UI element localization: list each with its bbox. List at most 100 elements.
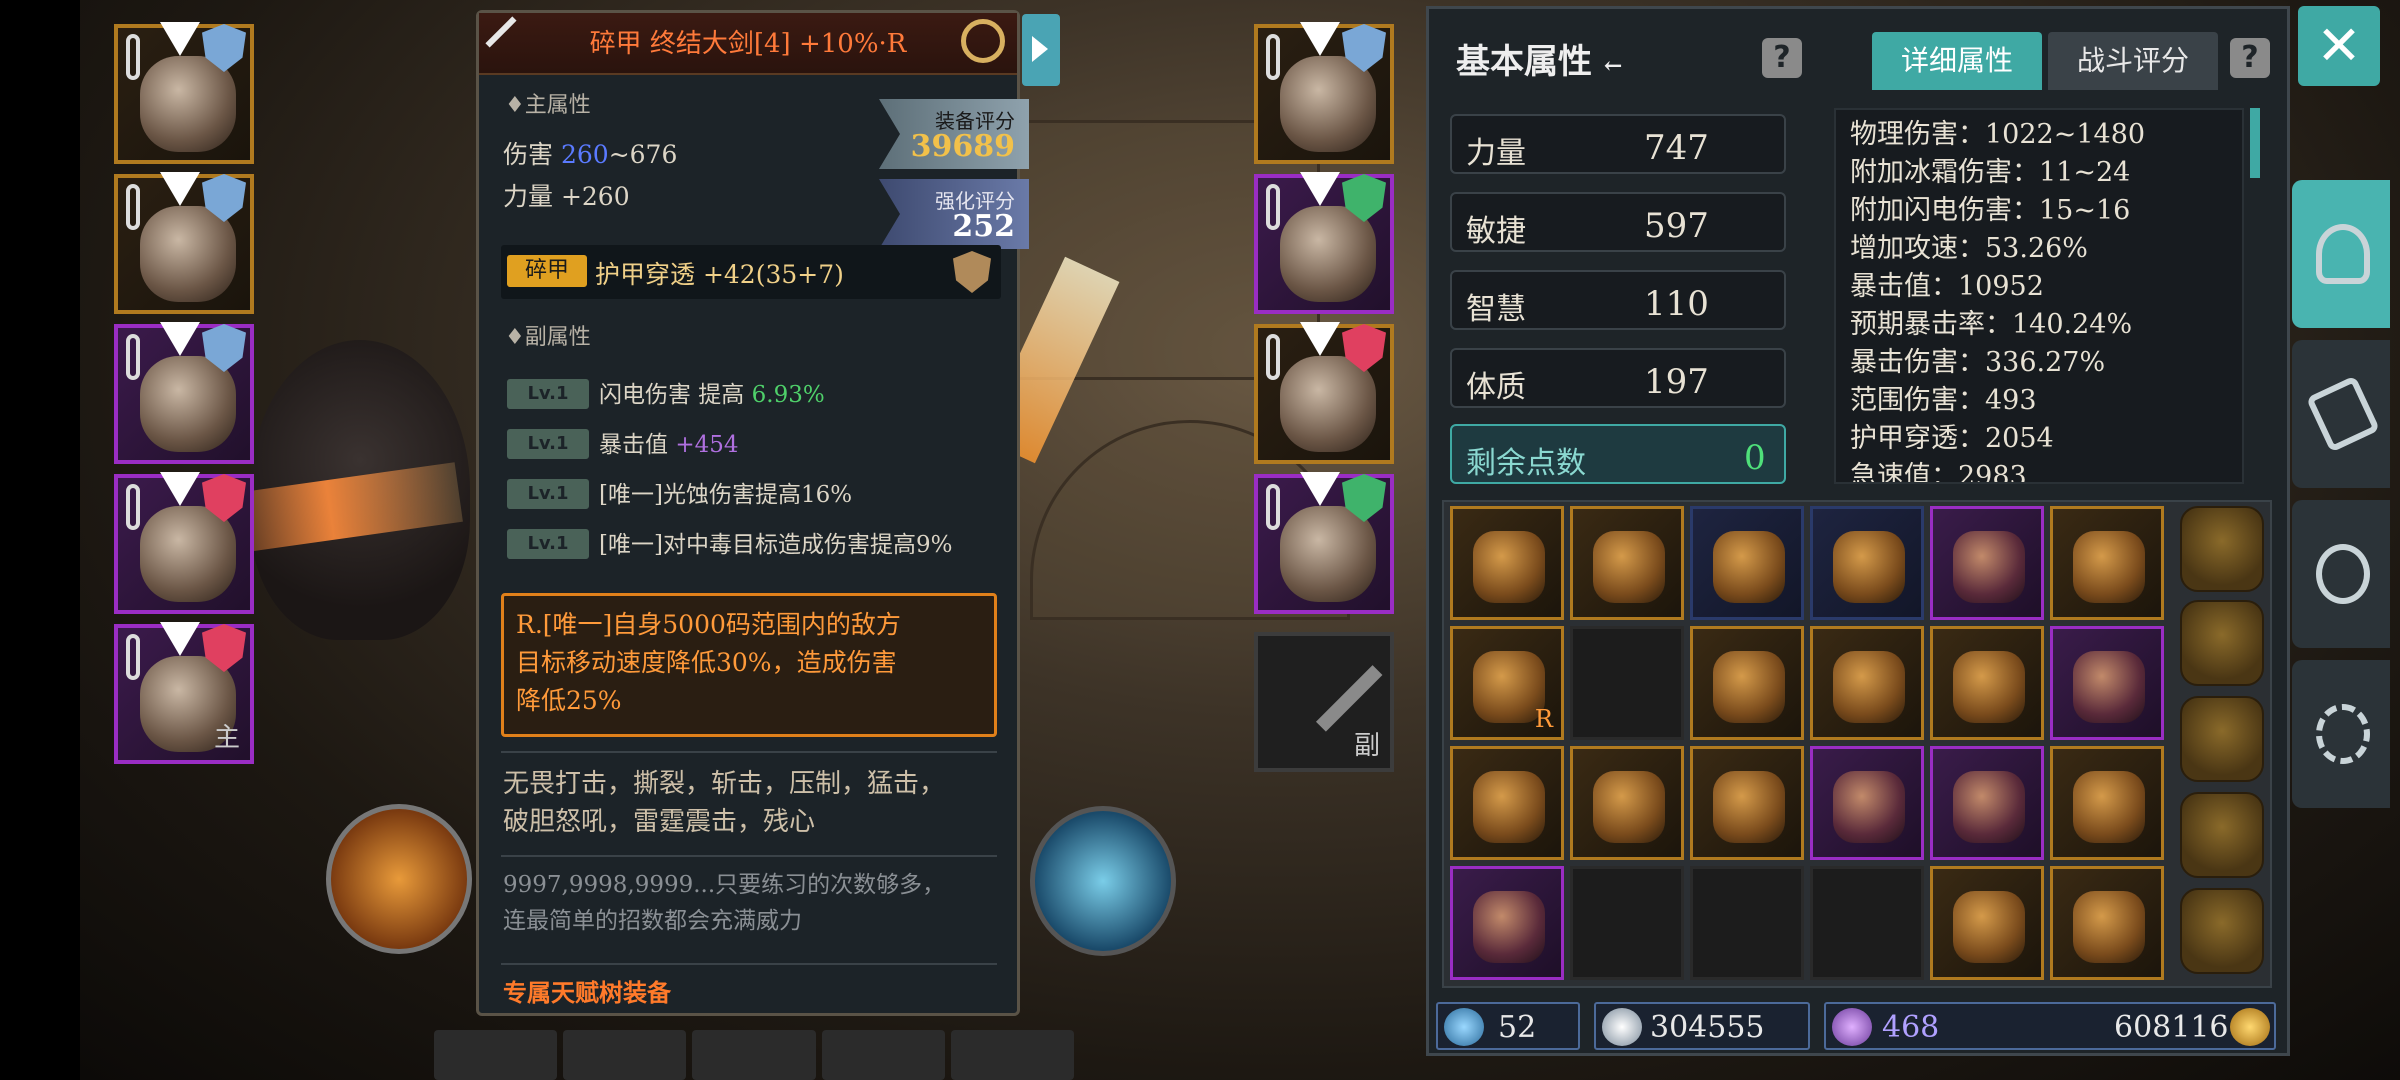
- left-slot-main-weapon[interactable]: 主: [114, 622, 254, 764]
- inventory-slot[interactable]: [1690, 506, 1804, 620]
- left-slot-ring[interactable]: [114, 472, 254, 614]
- slash-skill-button[interactable]: [1030, 806, 1176, 956]
- sub-attr-value: 6.93%: [751, 382, 825, 408]
- stat-value: 197: [1644, 362, 1709, 402]
- inventory-slot[interactable]: [1450, 746, 1564, 860]
- inventory-slot[interactable]: [1570, 506, 1684, 620]
- gem-icon: [1832, 1008, 1872, 1046]
- gloves-icon: [2305, 375, 2381, 453]
- right-slot-ring2[interactable]: [1254, 472, 1394, 614]
- inventory-slot[interactable]: [2050, 866, 2164, 980]
- inventory-slot[interactable]: [1810, 626, 1924, 740]
- affix-tag: 碎甲: [507, 255, 587, 287]
- close-button[interactable]: ✕: [2298, 6, 2380, 86]
- sub-attr-value: +454: [675, 432, 739, 458]
- detail-attr-line: 预期暴击率：140.24%: [1850, 309, 2133, 340]
- stat-row-wisdom: 智慧 110: [1450, 270, 1786, 330]
- lock-chain-icon: [1266, 484, 1280, 530]
- grade-badge: [160, 172, 200, 206]
- bag-icon[interactable]: [2180, 888, 2264, 974]
- magnify-icon[interactable]: [961, 19, 1005, 63]
- inventory-slot[interactable]: [1690, 746, 1804, 860]
- inventory-slot[interactable]: [1930, 626, 2044, 740]
- item-icon: [1713, 651, 1785, 723]
- sub-attr-text: [唯一]对中毒目标造成伤害提高9%: [599, 525, 952, 559]
- item-icon: [2073, 891, 2145, 963]
- inventory-slot[interactable]: [2050, 506, 2164, 620]
- bag-icon[interactable]: [2180, 696, 2264, 782]
- sub-attr-text: 暴击值 +454: [599, 425, 738, 459]
- left-slot-chest[interactable]: [114, 172, 254, 314]
- grade-badge: [1300, 472, 1340, 506]
- bag-icon[interactable]: [2180, 792, 2264, 878]
- inventory-slot[interactable]: [1810, 506, 1924, 620]
- detail-scrollbar[interactable]: [2250, 108, 2260, 178]
- item-icon: [1953, 531, 2025, 603]
- inventory-slot-empty[interactable]: [1570, 626, 1684, 740]
- detail-attr-line: 范围伤害：493: [1850, 385, 2037, 416]
- key-currency: 52: [1436, 1002, 1580, 1050]
- item-title: 碎甲 终结大剑[4] +10%·R: [479, 13, 1017, 75]
- item-icon: [1833, 531, 1905, 603]
- lock-chain-icon: [126, 484, 140, 530]
- inventory-slot[interactable]: [1810, 746, 1924, 860]
- inventory-slot[interactable]: [1570, 746, 1684, 860]
- inventory-slot[interactable]: [2050, 626, 2164, 740]
- bag-icon[interactable]: [2180, 600, 2264, 686]
- tab-battle-score[interactable]: 战斗评分: [2048, 32, 2218, 90]
- sub-attr-header: ♦副属性: [505, 325, 591, 350]
- sidebar-tab-target[interactable]: [2292, 500, 2390, 648]
- detail-attr-line: 增加攻速：53.26%: [1850, 233, 2088, 264]
- stat-row-constitution: 体质 197: [1450, 348, 1786, 408]
- right-slot-necklace[interactable]: [1254, 22, 1394, 164]
- damage-line: 伤害 260~676: [503, 135, 677, 171]
- inventory-slot[interactable]: R: [1450, 626, 1564, 740]
- inventory-slot[interactable]: [1690, 626, 1804, 740]
- inventory-slot-empty[interactable]: [1810, 866, 1924, 980]
- expand-tab-button[interactable]: [1022, 14, 1060, 86]
- skills-line: 无畏打击，撕裂，斩击，压制，猛击，: [503, 769, 946, 799]
- inventory-slot[interactable]: [1930, 746, 2044, 860]
- hotbar-slot[interactable]: [434, 1030, 558, 1080]
- help-icon[interactable]: ?: [2230, 38, 2270, 78]
- inventory-slot[interactable]: [1930, 866, 2044, 980]
- detail-attr-line: 护甲穿透：2054: [1850, 423, 2054, 454]
- detail-attr-line: 附加冰霜伤害：11~24: [1850, 157, 2131, 188]
- left-slot-helmet[interactable]: [114, 22, 254, 164]
- detail-attrs-box[interactable]: 物理伤害：1022~1480 附加冰霜伤害：11~24 附加闪电伤害：15~16 增加…: [1834, 108, 2244, 484]
- inventory-slot-empty[interactable]: [1690, 866, 1804, 980]
- inventory-slot[interactable]: [1930, 506, 2044, 620]
- helmet-icon: [2316, 224, 2370, 284]
- hotbar-slot[interactable]: [821, 1030, 945, 1080]
- hotbar-slot[interactable]: [692, 1030, 816, 1080]
- stat-row-agility: 敏捷 597: [1450, 192, 1786, 252]
- talent-footer: 专属天赋树装备: [503, 978, 671, 1007]
- secondary-weapon-slot[interactable]: 副: [1254, 632, 1394, 772]
- hotbar-slot[interactable]: [563, 1030, 687, 1080]
- dash-skill-button[interactable]: [326, 804, 472, 954]
- sidebar-tab-equipment[interactable]: [2292, 180, 2390, 328]
- lock-chain-icon: [1266, 184, 1280, 230]
- left-slot-cloak[interactable]: [114, 322, 254, 464]
- enhance-score-box: 强化评分 252: [879, 179, 1029, 249]
- sword-icon: [1315, 665, 1383, 732]
- item-icon: [1593, 771, 1665, 843]
- inventory-slot[interactable]: [1450, 866, 1564, 980]
- inventory-slot-empty[interactable]: [1570, 866, 1684, 980]
- inventory-slot[interactable]: [1450, 506, 1564, 620]
- right-slot-boots[interactable]: [1254, 322, 1394, 464]
- tab-detail-attrs[interactable]: 详细属性: [1872, 32, 2042, 90]
- inventory-slot[interactable]: [2050, 746, 2164, 860]
- bag-icon[interactable]: [2180, 506, 2264, 592]
- detail-attr-line: 附加闪电伤害：15~16: [1850, 195, 2131, 226]
- sidebar-tab-settings[interactable]: [2292, 660, 2390, 808]
- lock-chain-icon: [126, 184, 140, 230]
- hotbar-slot[interactable]: [950, 1030, 1075, 1080]
- skills-line: 破胆怒吼，雷霆震击，残心: [503, 807, 816, 837]
- help-icon[interactable]: ?: [1762, 38, 1802, 78]
- item-icon: [1833, 771, 1905, 843]
- main-attr-header: ♦主属性: [505, 93, 591, 118]
- sidebar-tab-skills[interactable]: [2292, 340, 2390, 488]
- item-icon: [1713, 771, 1785, 843]
- right-slot-gloves[interactable]: [1254, 172, 1394, 314]
